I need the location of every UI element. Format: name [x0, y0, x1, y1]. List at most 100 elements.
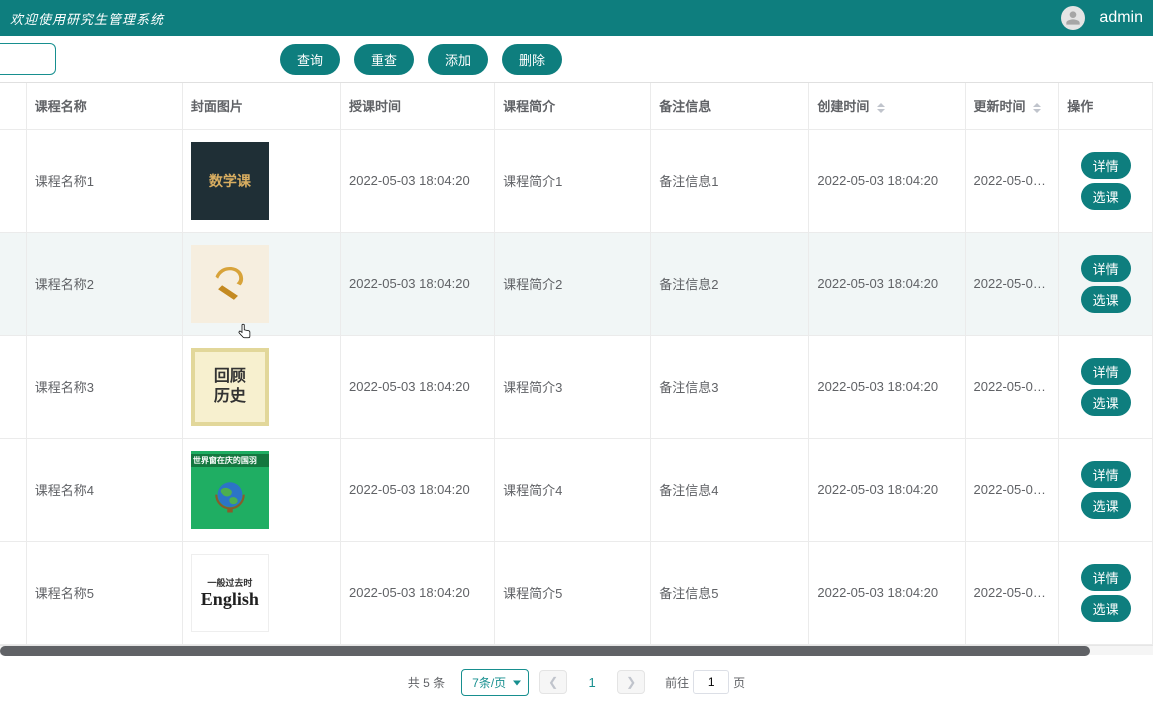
row-teachtime: 2022-05-03 18:04:20 [340, 335, 494, 438]
page-jump-input[interactable] [693, 670, 729, 694]
reset-button[interactable]: 重查 [354, 44, 414, 75]
row-ops: 详情选课 [1059, 335, 1153, 438]
cover-thumbnail[interactable]: 回顾 历史 [191, 348, 269, 426]
delete-button[interactable]: 删除 [502, 44, 562, 75]
page-jump: 前往 页 [665, 670, 745, 694]
row-ops: 详情选课 [1059, 438, 1153, 541]
search-button[interactable]: 查询 [280, 44, 340, 75]
row-updatetime: 2022-05-03 18 [965, 438, 1059, 541]
page-size-select[interactable]: 7条/页 [461, 669, 529, 696]
row-createtime: 2022-05-03 18:04:20 [809, 438, 965, 541]
detail-button[interactable]: 详情 [1081, 461, 1131, 488]
pagination-total: 共 5 条 [408, 674, 445, 691]
horizontal-scrollbar[interactable] [0, 645, 1153, 655]
row-createtime: 2022-05-03 18:04:20 [809, 541, 965, 644]
search-input-fragment[interactable] [0, 43, 56, 75]
row-checkbox-cell[interactable] [0, 232, 26, 335]
row-note: 备注信息2 [651, 232, 809, 335]
page-number-current[interactable]: 1 [577, 670, 607, 694]
row-checkbox-cell[interactable] [0, 335, 26, 438]
row-teachtime: 2022-05-03 18:04:20 [340, 541, 494, 644]
row-note: 备注信息4 [651, 438, 809, 541]
page-prev-button[interactable]: ❮ [539, 670, 567, 694]
col-note-header[interactable]: 备注信息 [651, 83, 809, 129]
row-updatetime: 2022-05-03 18 [965, 129, 1059, 232]
row-ops: 详情选课 [1059, 232, 1153, 335]
col-updatetime-label: 更新时间 [974, 99, 1026, 114]
row-intro: 课程简介4 [495, 438, 651, 541]
select-course-button[interactable]: 选课 [1081, 595, 1131, 622]
row-intro: 课程简介2 [495, 232, 651, 335]
table-row[interactable]: 课程名称1数学课2022-05-03 18:04:20课程简介1备注信息1202… [0, 129, 1153, 232]
col-teachtime-header[interactable]: 授课时间 [340, 83, 494, 129]
col-cover-header[interactable]: 封面图片 [182, 83, 340, 129]
row-cover[interactable] [182, 232, 340, 335]
row-updatetime: 2022-05-03 18 [965, 541, 1059, 644]
table-row[interactable]: 课程名称4世界窗在庆的国羽2022-05-03 18:04:20课程简介4备注信… [0, 438, 1153, 541]
row-name: 课程名称1 [26, 129, 182, 232]
page-jump-prefix: 前往 [665, 674, 689, 691]
detail-button[interactable]: 详情 [1081, 152, 1131, 179]
toolbar: 查询 重查 添加 删除 [0, 36, 1153, 82]
row-intro: 课程简介5 [495, 541, 651, 644]
col-ops-header[interactable]: 操作 [1059, 83, 1153, 129]
cover-thumbnail[interactable]: 一般过去时English [191, 554, 269, 632]
user-avatar-icon [1061, 6, 1085, 30]
page-next-button[interactable]: ❯ [617, 670, 645, 694]
row-createtime: 2022-05-03 18:04:20 [809, 129, 965, 232]
row-teachtime: 2022-05-03 18:04:20 [340, 438, 494, 541]
row-teachtime: 2022-05-03 18:04:20 [340, 129, 494, 232]
pagination: 共 5 条 7条/页 ❮ 1 ❯ 前往 页 [0, 655, 1153, 710]
col-createtime-label: 创建时间 [817, 99, 869, 114]
add-button[interactable]: 添加 [428, 44, 488, 75]
row-teachtime: 2022-05-03 18:04:20 [340, 232, 494, 335]
row-updatetime: 2022-05-03 18 [965, 335, 1059, 438]
select-course-button[interactable]: 选课 [1081, 286, 1131, 313]
row-checkbox-cell[interactable] [0, 541, 26, 644]
row-updatetime: 2022-05-03 18 [965, 232, 1059, 335]
row-createtime: 2022-05-03 18:04:20 [809, 232, 965, 335]
select-course-button[interactable]: 选课 [1081, 492, 1131, 519]
row-name: 课程名称2 [26, 232, 182, 335]
sort-icon [877, 103, 885, 113]
table-row[interactable]: 课程名称22022-05-03 18:04:20课程简介2备注信息22022-0… [0, 232, 1153, 335]
row-cover[interactable]: 数学课 [182, 129, 340, 232]
detail-button[interactable]: 详情 [1081, 358, 1131, 385]
select-course-button[interactable]: 选课 [1081, 183, 1131, 210]
username-label: admin [1099, 9, 1143, 27]
row-cover[interactable]: 回顾 历史 [182, 335, 340, 438]
row-ops: 详情选课 [1059, 541, 1153, 644]
row-checkbox-cell[interactable] [0, 438, 26, 541]
col-checkbox-header[interactable] [0, 83, 26, 129]
cover-thumbnail[interactable]: 世界窗在庆的国羽 [191, 451, 269, 529]
col-createtime-header[interactable]: 创建时间 [809, 83, 965, 129]
detail-button[interactable]: 详情 [1081, 564, 1131, 591]
table-row[interactable]: 课程名称3回顾 历史2022-05-03 18:04:20课程简介3备注信息32… [0, 335, 1153, 438]
detail-button[interactable]: 详情 [1081, 255, 1131, 282]
app-header: 欢迎使用研究生管理系统 admin [0, 0, 1153, 36]
row-checkbox-cell[interactable] [0, 129, 26, 232]
row-ops: 详情选课 [1059, 129, 1153, 232]
row-name: 课程名称5 [26, 541, 182, 644]
col-updatetime-header[interactable]: 更新时间 [965, 83, 1059, 129]
app-title: 欢迎使用研究生管理系统 [10, 9, 164, 28]
row-name: 课程名称3 [26, 335, 182, 438]
cover-thumbnail[interactable]: 数学课 [191, 142, 269, 220]
row-cover[interactable]: 世界窗在庆的国羽 [182, 438, 340, 541]
row-intro: 课程简介1 [495, 129, 651, 232]
col-intro-header[interactable]: 课程简介 [495, 83, 651, 129]
row-note: 备注信息3 [651, 335, 809, 438]
page-jump-suffix: 页 [733, 674, 745, 691]
cover-thumbnail[interactable] [191, 245, 269, 323]
table-header-row: 课程名称 封面图片 授课时间 课程简介 备注信息 创建时间 更新时间 操作 [0, 83, 1153, 129]
sort-icon [1033, 103, 1041, 113]
row-cover[interactable]: 一般过去时English [182, 541, 340, 644]
horizontal-scrollbar-thumb[interactable] [0, 646, 1090, 656]
row-note: 备注信息5 [651, 541, 809, 644]
row-note: 备注信息1 [651, 129, 809, 232]
user-area[interactable]: admin [1061, 6, 1143, 30]
col-name-header[interactable]: 课程名称 [26, 83, 182, 129]
row-name: 课程名称4 [26, 438, 182, 541]
table-row[interactable]: 课程名称5一般过去时English2022-05-03 18:04:20课程简介… [0, 541, 1153, 644]
select-course-button[interactable]: 选课 [1081, 389, 1131, 416]
